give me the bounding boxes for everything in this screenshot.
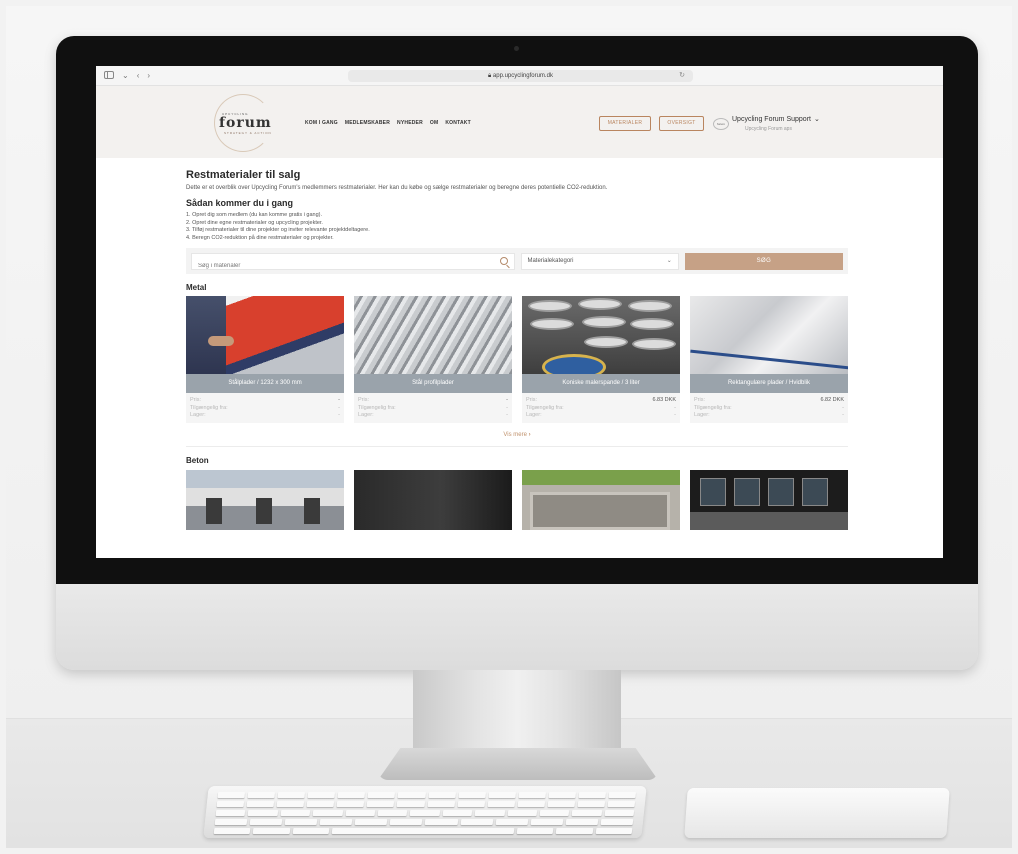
material-image[interactable] bbox=[186, 296, 344, 374]
available-value: - bbox=[842, 404, 844, 411]
forward-icon[interactable]: › bbox=[147, 71, 150, 80]
material-image[interactable] bbox=[354, 469, 512, 530]
price-label: Pris: bbox=[358, 397, 369, 403]
stock-value: - bbox=[506, 412, 508, 418]
search-input[interactable] bbox=[192, 258, 515, 273]
search-bar: Materialekategori ⌄ SØG bbox=[186, 248, 848, 274]
sidebar-toggle-icon[interactable] bbox=[104, 71, 114, 79]
price-value: 6.83 DKK bbox=[652, 397, 676, 403]
site-header: UPCYCLING forum STRATEGY & ACTION KOM I … bbox=[96, 86, 943, 158]
category-select-value: Materialekategori bbox=[527, 257, 574, 264]
material-info: Pris: - Tilgængelig fra: - Lager: - bbox=[354, 393, 512, 423]
material-cards bbox=[186, 469, 848, 530]
stock-value: - bbox=[842, 412, 844, 418]
chevron-down-icon[interactable]: ⌄ bbox=[122, 71, 129, 80]
logo-subtitle: STRATEGY & ACTION bbox=[224, 131, 272, 135]
section-title-beton: Beton bbox=[186, 455, 209, 465]
material-image[interactable] bbox=[354, 296, 512, 374]
stock-value: - bbox=[674, 412, 676, 418]
chevron-down-icon[interactable]: ⌄ bbox=[814, 115, 820, 123]
material-image[interactable] bbox=[186, 469, 344, 530]
material-info: Pris: 6.82 DKK Tilgængelig fra: - Lager: - bbox=[690, 393, 848, 423]
oversigt-button[interactable]: OVERSIGT bbox=[659, 116, 704, 131]
user-avatar[interactable]: forum bbox=[713, 118, 729, 130]
nav-medlemskaber[interactable]: MEDLEMSKABER bbox=[345, 120, 390, 126]
back-icon[interactable]: ‹ bbox=[137, 71, 140, 80]
stock-label: Lager: bbox=[526, 412, 542, 418]
browser-toolbar: ⌄ ‹ › 🔒︎ app.upcyclingforum.dk ↻ bbox=[96, 66, 943, 86]
page-title: Restmaterialer til salg bbox=[186, 169, 301, 181]
show-more-label: Vis mere bbox=[503, 431, 527, 438]
user-menu[interactable]: Upcycling Forum Support bbox=[732, 116, 811, 123]
step-item: 1. Opret dig som medlem (du kan komme gr… bbox=[186, 212, 323, 218]
available-value: - bbox=[338, 404, 340, 411]
how-to-title: Sådan kommer du i gang bbox=[186, 198, 294, 208]
available-value: - bbox=[674, 404, 676, 411]
material-card[interactable]: Stål profilplader Pris: - Tilgængelig fra… bbox=[354, 296, 512, 423]
camera bbox=[514, 46, 519, 51]
lock-icon: 🔒︎ bbox=[488, 73, 492, 79]
search-field bbox=[191, 252, 516, 273]
material-info: Pris: 6.83 DKK Tilgængelig fra: - Lager: - bbox=[522, 393, 680, 423]
step-item: 3. Tilføj restmaterialer til dine projek… bbox=[186, 227, 370, 233]
material-title[interactable]: Stål profilplader bbox=[354, 374, 512, 393]
section-title-metal: Metal bbox=[186, 283, 207, 292]
material-info: Pris: - Tilgængelig fra: - Lager: - bbox=[186, 393, 344, 423]
reload-icon[interactable]: ↻ bbox=[679, 70, 685, 82]
price-label: Pris: bbox=[190, 397, 201, 403]
price-value: - bbox=[338, 397, 340, 403]
url-text: app.upcyclingforum.dk bbox=[492, 73, 553, 79]
chevron-right-icon: › bbox=[528, 431, 531, 438]
monitor-stand-base bbox=[378, 748, 658, 780]
nav-om[interactable]: OM bbox=[430, 120, 438, 126]
available-value: - bbox=[506, 404, 508, 411]
main-content: Restmaterialer til salg Dette er et over… bbox=[186, 166, 848, 530]
available-label: Tilgængelig fra: bbox=[694, 404, 732, 411]
materialer-button[interactable]: MATERIALER bbox=[599, 116, 651, 131]
main-nav: KOM I GANG MEDLEMSKABER NYHEDER OM KONTA… bbox=[305, 120, 471, 126]
material-image[interactable] bbox=[522, 469, 680, 530]
page-intro: Dette er et overblik over Upcycling Foru… bbox=[186, 185, 608, 191]
user-organization: Upcycling Forum aps bbox=[745, 126, 792, 132]
price-label: Pris: bbox=[694, 397, 705, 403]
nav-kom-i-gang[interactable]: KOM I GANG bbox=[305, 120, 338, 126]
stock-value: - bbox=[338, 412, 340, 418]
price-value: - bbox=[506, 397, 508, 403]
stock-label: Lager: bbox=[190, 412, 206, 418]
trackpad bbox=[684, 788, 950, 838]
available-label: Tilgængelig fra: bbox=[526, 404, 564, 411]
material-image[interactable] bbox=[522, 296, 680, 374]
material-image[interactable] bbox=[690, 296, 848, 374]
steps-list: 1. Opret dig som medlem (du kan komme gr… bbox=[186, 212, 848, 242]
available-label: Tilgængelig fra: bbox=[190, 404, 228, 411]
show-more-link[interactable]: Vis mere › bbox=[186, 432, 848, 438]
material-title[interactable]: Stålplader / 1232 x 300 mm bbox=[186, 374, 344, 393]
keyboard bbox=[203, 786, 647, 838]
material-cards: Stålplader / 1232 x 300 mm Pris: - Tilgæn… bbox=[186, 296, 848, 423]
material-image[interactable] bbox=[690, 469, 848, 530]
step-item: 2. Opret dine egne restmaterialer og upc… bbox=[186, 219, 323, 226]
material-card[interactable]: Stålplader / 1232 x 300 mm Pris: - Tilgæn… bbox=[186, 296, 344, 423]
nav-kontakt[interactable]: KONTAKT bbox=[445, 120, 470, 126]
search-button[interactable]: SØG bbox=[684, 252, 843, 270]
chevron-down-icon: ⌄ bbox=[666, 257, 672, 264]
material-title[interactable]: Rektangulære plader / Hvidblik bbox=[690, 374, 848, 393]
material-card[interactable]: Koniske malerspande / 3 liter Pris: 6.83 … bbox=[522, 296, 680, 423]
category-select[interactable]: Materialekategori ⌄ bbox=[521, 252, 679, 270]
material-card[interactable]: Rektangulære plader / Hvidblik Pris: 6.82… bbox=[690, 296, 848, 423]
logo[interactable]: forum bbox=[219, 115, 272, 131]
price-value: 6.82 DKK bbox=[820, 397, 844, 403]
nav-nyheder[interactable]: NYHEDER bbox=[397, 120, 423, 126]
stock-label: Lager: bbox=[358, 412, 374, 418]
stock-label: Lager: bbox=[694, 412, 710, 418]
monitor-chin bbox=[56, 584, 978, 670]
address-bar[interactable]: 🔒︎ app.upcyclingforum.dk ↻ bbox=[348, 70, 693, 82]
divider bbox=[186, 445, 848, 447]
price-label: Pris: bbox=[526, 397, 537, 403]
step-item: 4. Beregn CO2-reduktion på dine restmate… bbox=[186, 234, 334, 241]
material-title[interactable]: Koniske malerspande / 3 liter bbox=[522, 374, 680, 393]
available-label: Tilgængelig fra: bbox=[358, 404, 396, 411]
monitor-stand bbox=[413, 670, 621, 758]
screen: ⌄ ‹ › 🔒︎ app.upcyclingforum.dk ↻ UPCYCLI… bbox=[96, 66, 943, 558]
